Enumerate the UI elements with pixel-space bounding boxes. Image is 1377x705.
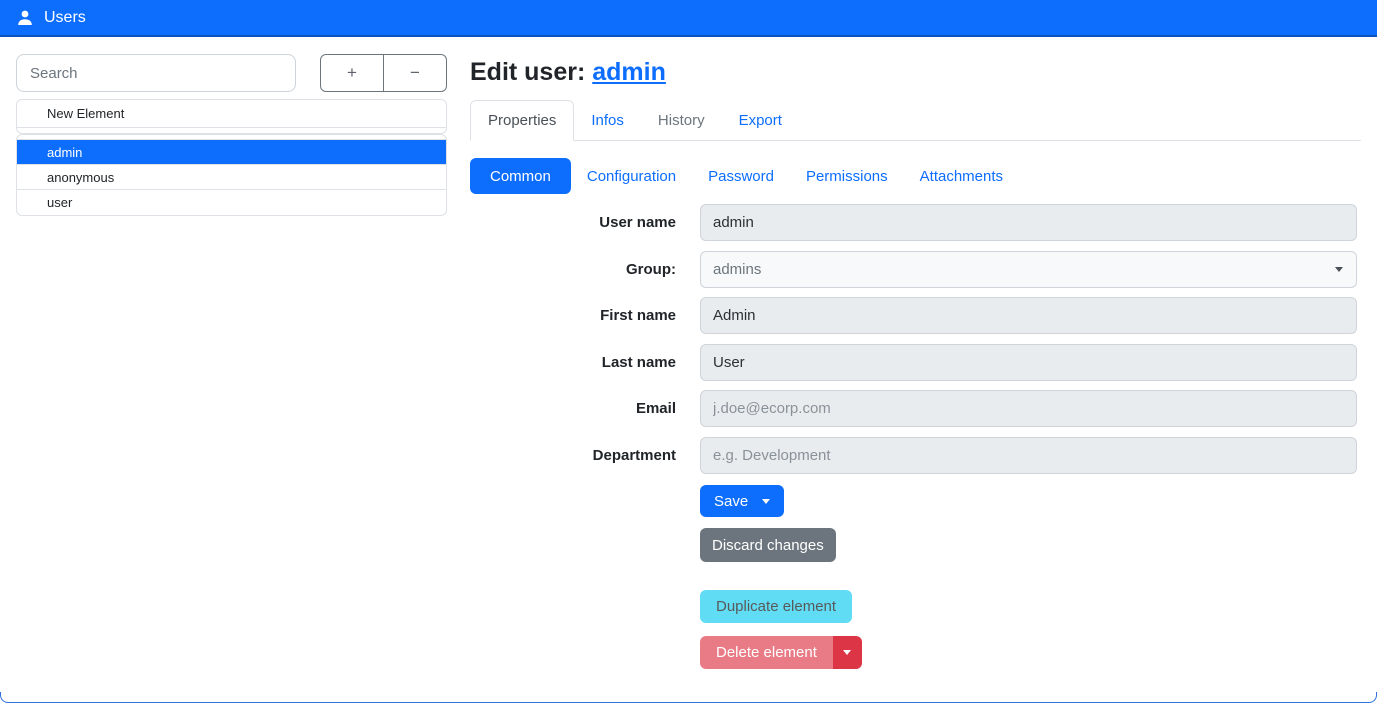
delete-dropdown-toggle[interactable] [833, 636, 862, 669]
username-field[interactable] [700, 204, 1357, 241]
top-navbar: Users [0, 0, 1377, 37]
search-input[interactable] [16, 54, 296, 92]
remove-element-button[interactable]: − [383, 54, 447, 92]
page-title-prefix: Edit user: [470, 58, 585, 86]
page: Users + − New Element admin anonymous us… [0, 0, 1377, 705]
list-item-new-element[interactable]: New Element [17, 100, 446, 128]
page-bottom-border [0, 692, 1377, 703]
form-row-email: Email [470, 390, 1357, 427]
list-item-admin[interactable]: admin [17, 140, 446, 165]
save-button-label: Save [714, 493, 748, 510]
app-title: Users [44, 9, 86, 27]
lastname-label: Last name [470, 354, 676, 371]
subtab-common[interactable]: Common [470, 158, 571, 194]
delete-button-group: Delete element [700, 636, 862, 669]
subtab-permissions[interactable]: Permissions [790, 158, 904, 194]
caret-down-icon [843, 650, 851, 655]
tab-history: History [641, 100, 722, 140]
user-icon [16, 9, 34, 27]
department-field[interactable] [700, 437, 1357, 474]
username-label: User name [470, 214, 676, 231]
list-spacer [17, 128, 446, 133]
subtab-password[interactable]: Password [692, 158, 790, 194]
list-item-user[interactable]: user [17, 190, 446, 215]
firstname-field[interactable] [700, 297, 1357, 334]
tab-export[interactable]: Export [722, 100, 799, 140]
discard-changes-button[interactable]: Discard changes [700, 528, 836, 562]
lastname-field[interactable] [700, 344, 1357, 381]
email-label: Email [470, 400, 676, 417]
subtab-attachments[interactable]: Attachments [904, 158, 1019, 194]
edited-user-link[interactable]: admin [592, 58, 666, 86]
list-add-remove-group: + − [320, 54, 447, 92]
delete-element-button[interactable]: Delete element [700, 636, 833, 669]
form-row-firstname: First name [470, 297, 1357, 334]
action-buttons: Save Discard changes Duplicate element D… [700, 485, 862, 669]
save-button[interactable]: Save [700, 485, 784, 517]
tab-bar: Properties Infos History Export [470, 100, 1361, 141]
form-row-username: User name [470, 204, 1357, 241]
page-title: Edit user: admin [470, 58, 666, 87]
subtab-configuration[interactable]: Configuration [571, 158, 692, 194]
user-list: admin anonymous user [16, 134, 447, 216]
caret-down-icon [762, 499, 770, 504]
form-row-department: Department [470, 437, 1357, 474]
new-element-list: New Element [16, 99, 447, 134]
tab-infos[interactable]: Infos [574, 100, 641, 140]
form-row-lastname: Last name [470, 344, 1357, 381]
list-item-anonymous[interactable]: anonymous [17, 165, 446, 190]
subtab-bar: Common Configuration Password Permission… [470, 158, 1019, 194]
tab-properties[interactable]: Properties [470, 100, 574, 141]
firstname-label: First name [470, 307, 676, 324]
chevron-down-icon [1335, 267, 1343, 272]
duplicate-element-button[interactable]: Duplicate element [700, 590, 852, 623]
group-select-value: admins [713, 261, 761, 278]
form-row-group: Group: admins [470, 251, 1357, 288]
group-select[interactable]: admins [700, 251, 1357, 288]
group-label: Group: [470, 261, 676, 278]
email-field[interactable] [700, 390, 1357, 427]
user-form: User name Group: admins First name Last … [470, 204, 1357, 483]
add-element-button[interactable]: + [320, 54, 384, 92]
department-label: Department [470, 447, 676, 464]
